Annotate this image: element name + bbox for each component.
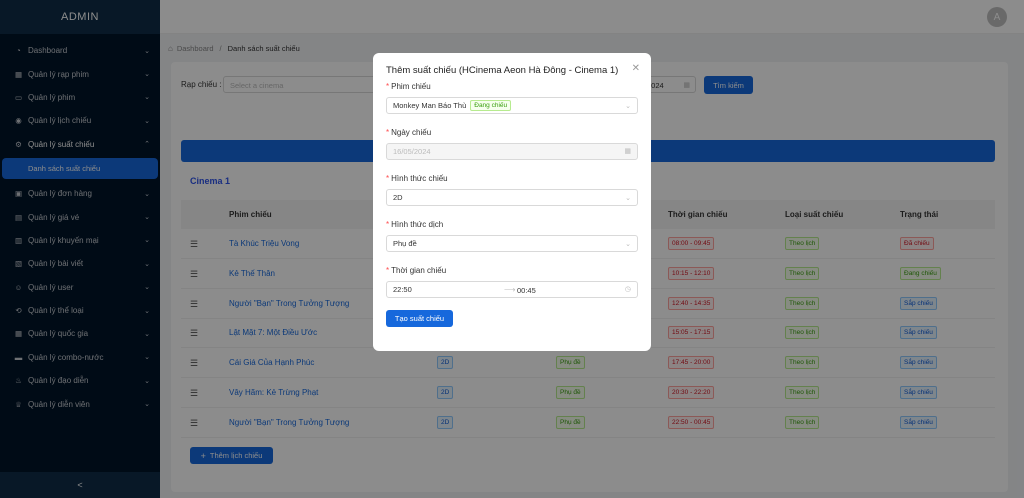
date-label: * Ngày chiếu <box>386 128 431 137</box>
format-label: * Hình thức chiếu <box>386 174 448 183</box>
calendar-icon: ▦ <box>624 148 631 155</box>
translation-label: * Hình thức dịch <box>386 220 443 229</box>
date-field-value: 16/05/2024 <box>393 147 431 156</box>
translation-label-text: Hình thức dịch <box>391 220 444 229</box>
chevron-down-icon: ⌄ <box>625 195 631 202</box>
now-showing-tag: Đang chiếu <box>470 100 512 111</box>
translation-select-value: Phụ đề <box>393 239 417 248</box>
arrow-right-icon: ⟶ <box>504 285 516 294</box>
date-field: 16/05/2024 ▦ <box>386 143 638 160</box>
required-mark: * <box>386 220 390 229</box>
movie-select-value: Monkey Man Báo Thù <box>393 101 467 110</box>
movie-label-text: Phim chiếu <box>391 82 431 91</box>
chevron-down-icon: ⌄ <box>625 241 631 248</box>
translation-select[interactable]: Phụ đề ⌄ <box>386 235 638 252</box>
movie-label: * Phim chiếu <box>386 82 431 91</box>
close-icon[interactable]: ✕ <box>632 63 640 74</box>
time-label: * Thời gian chiếu <box>386 266 446 275</box>
clock-icon: ◷ <box>624 286 631 293</box>
time-start-value[interactable]: 22:50 <box>393 285 412 294</box>
format-select-value: 2D <box>393 193 403 202</box>
modal-title: Thêm suất chiếu (HCinema Aeon Hà Đông - … <box>386 65 619 76</box>
required-mark: * <box>386 82 390 91</box>
chevron-down-icon: ⌄ <box>625 103 631 110</box>
time-range-picker[interactable]: 22:50 ⟶ 00:45 ◷ <box>386 281 638 298</box>
format-label-text: Hình thức chiếu <box>391 174 448 183</box>
movie-select[interactable]: Monkey Man Báo Thù Đang chiếu ⌄ <box>386 97 638 114</box>
required-mark: * <box>386 266 390 275</box>
time-label-text: Thời gian chiếu <box>391 266 447 275</box>
add-showtime-modal: Thêm suất chiếu (HCinema Aeon Hà Đông - … <box>373 53 651 351</box>
date-label-text: Ngày chiếu <box>391 128 432 137</box>
format-select[interactable]: 2D ⌄ <box>386 189 638 206</box>
required-mark: * <box>386 128 390 137</box>
create-showtime-button[interactable]: Tạo suất chiếu <box>386 310 453 327</box>
time-end-value[interactable]: 00:45 <box>517 286 536 295</box>
required-mark: * <box>386 174 390 183</box>
